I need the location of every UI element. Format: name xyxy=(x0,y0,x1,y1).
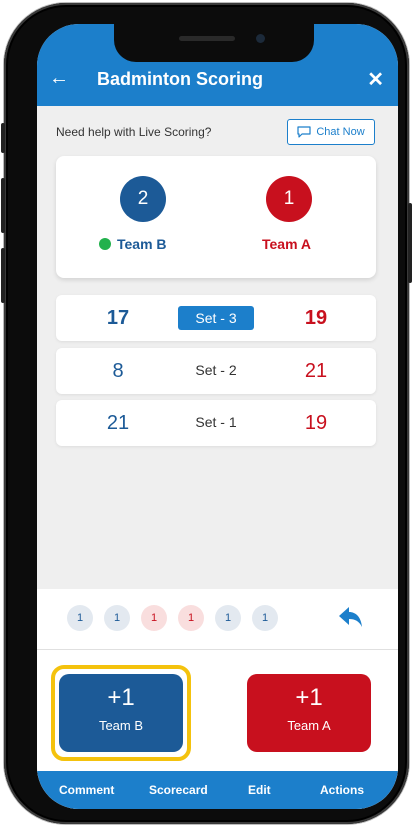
nav-actions[interactable]: Actions xyxy=(320,783,364,797)
close-icon[interactable]: ✕ xyxy=(367,67,384,92)
team-b-name: Team B xyxy=(117,236,167,252)
phone-screen: ← Badminton Scoring ✕ Need help with Liv… xyxy=(37,24,398,809)
notch xyxy=(114,24,314,62)
help-question: Need help with Live Scoring? xyxy=(56,125,212,139)
set-row: 8 Set - 2 21 xyxy=(56,348,376,394)
point-history-item: 1 xyxy=(104,605,130,631)
point-history-item: 1 xyxy=(215,605,241,631)
team-b-set-score: 17 xyxy=(106,307,130,329)
team-b-button-label: Team B xyxy=(98,718,144,733)
team-b-name-row: Team B xyxy=(99,236,167,252)
team-a-add-point-button[interactable]: +1 Team A xyxy=(247,674,371,752)
team-b-plus-label: +1 xyxy=(107,684,135,711)
point-history-item: 1 xyxy=(67,605,93,631)
team-a-name: Team A xyxy=(262,236,312,252)
nav-scorecard[interactable]: Scorecard xyxy=(149,783,208,797)
undo-icon[interactable] xyxy=(337,605,365,631)
help-bar: Need help with Live Scoring? Chat Now xyxy=(37,106,398,156)
set-row: 21 Set - 1 19 xyxy=(56,400,376,446)
team-a-plus-label: +1 xyxy=(295,684,323,711)
point-history-item: 1 xyxy=(141,605,167,631)
volume-up-button xyxy=(1,178,5,233)
speaker-grille xyxy=(179,36,235,41)
divider xyxy=(37,649,398,650)
page-title: Badminton Scoring xyxy=(97,69,263,89)
power-button xyxy=(408,203,412,283)
set-row: 17 Set - 3 19 xyxy=(56,295,376,341)
team-b-sets-won: 2 xyxy=(120,176,166,222)
back-arrow-icon[interactable]: ← xyxy=(49,68,69,88)
chat-bubble-icon xyxy=(297,126,311,138)
team-b-set-score: 21 xyxy=(106,412,130,434)
point-history-item: 1 xyxy=(252,605,278,631)
nav-comment[interactable]: Comment xyxy=(59,783,114,797)
team-b-set-score: 8 xyxy=(112,360,124,382)
team-a-set-score: 19 xyxy=(304,307,328,329)
set-label: Set - 2 xyxy=(195,362,237,378)
nav-edit[interactable]: Edit xyxy=(248,783,271,797)
team-a-set-score: 21 xyxy=(304,360,328,382)
team-b-add-point-button[interactable]: +1 Team B xyxy=(59,674,183,752)
phone-frame: ← Badminton Scoring ✕ Need help with Liv… xyxy=(1,3,412,824)
set-label-active: Set - 3 xyxy=(178,306,254,330)
mute-switch xyxy=(1,123,5,153)
team-a-set-score: 19 xyxy=(304,412,328,434)
chat-now-button[interactable]: Chat Now xyxy=(287,119,375,145)
team-a-button-label: Team A xyxy=(287,718,331,733)
serving-indicator-dot xyxy=(99,238,111,250)
chat-now-label: Chat Now xyxy=(316,126,365,138)
point-history-item: 1 xyxy=(178,605,204,631)
match-score-card: 2 Team B 1 Team A xyxy=(56,156,376,278)
team-a-sets-won: 1 xyxy=(266,176,312,222)
volume-down-button xyxy=(1,248,5,303)
set-label: Set - 1 xyxy=(195,414,237,430)
front-camera xyxy=(256,34,265,43)
bottom-nav-bar: Comment Scorecard Edit Actions xyxy=(37,771,398,809)
